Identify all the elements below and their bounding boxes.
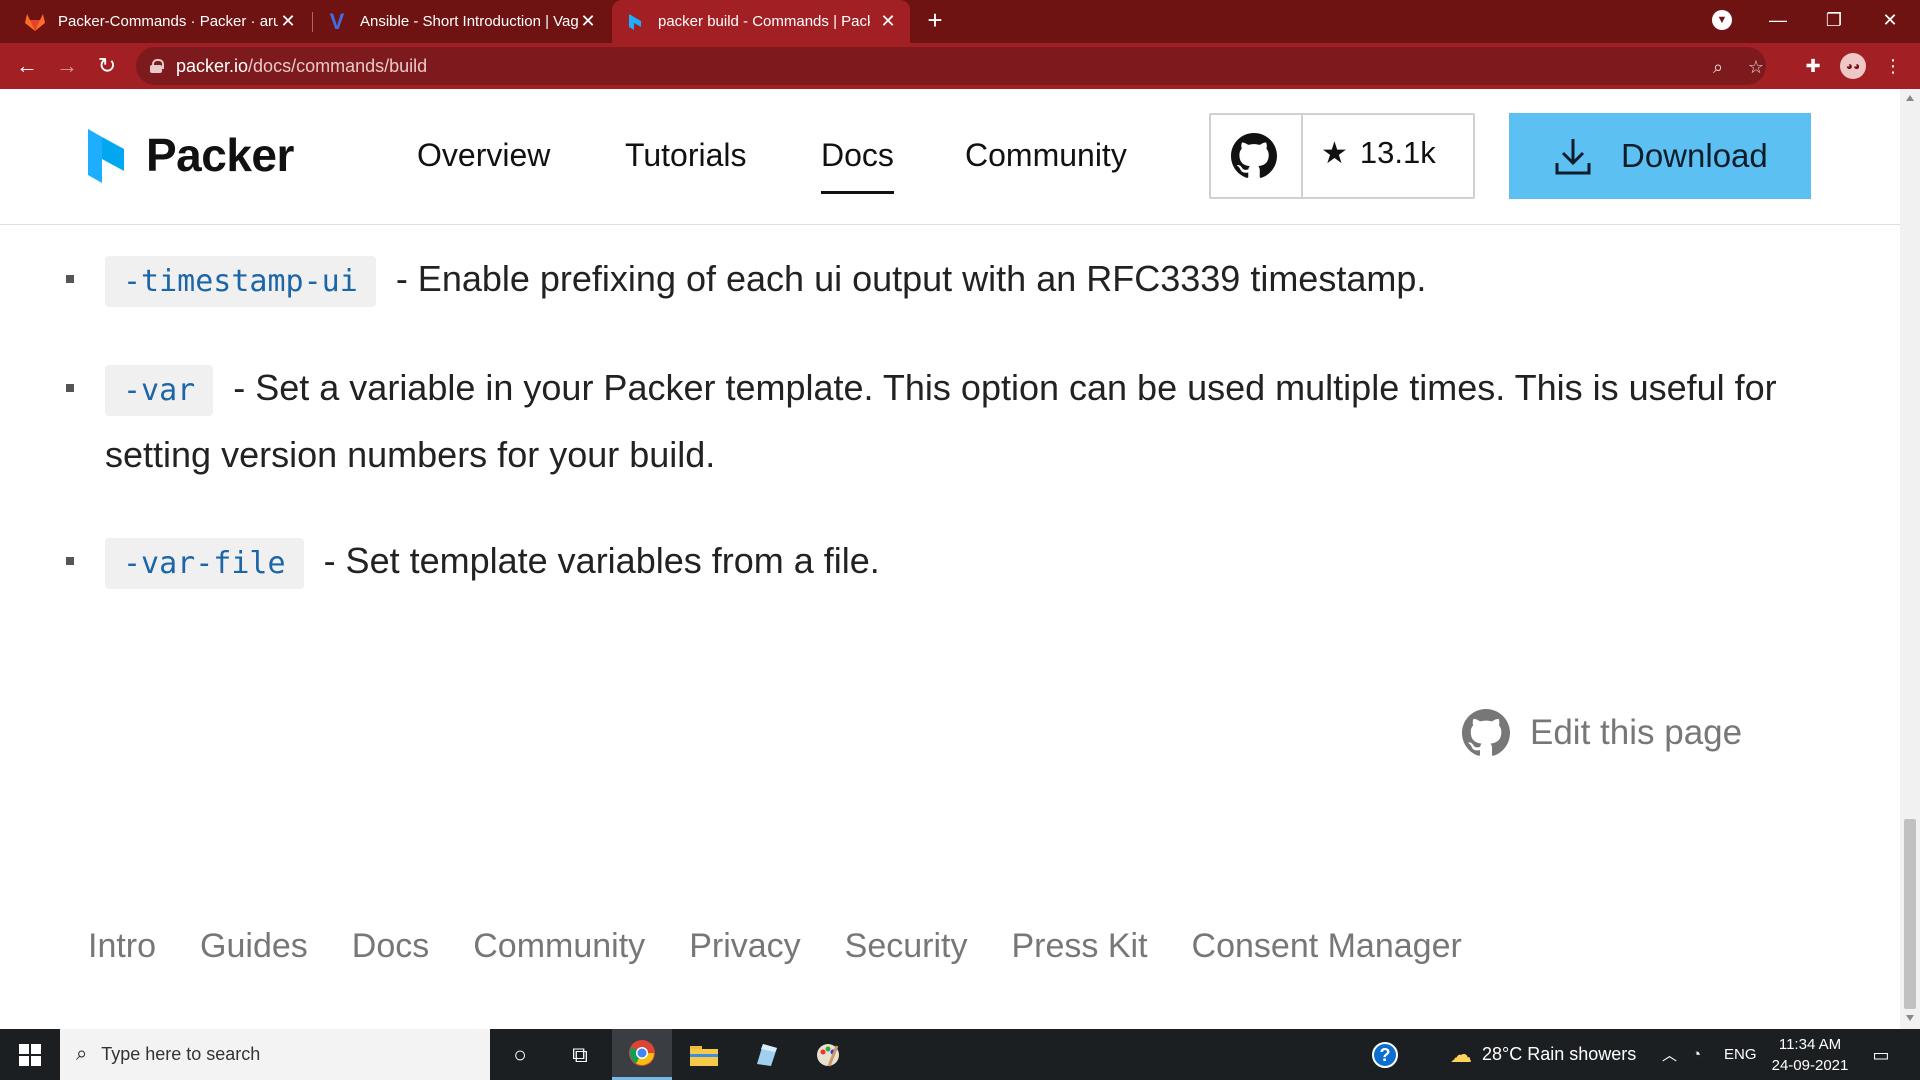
github-icon bbox=[1462, 709, 1510, 756]
edit-page-label: Edit this page bbox=[1530, 713, 1743, 752]
clock-time: 11:34 AM bbox=[1778, 1036, 1842, 1053]
close-tab-icon[interactable]: ✕ bbox=[878, 11, 898, 31]
system-clock[interactable]: 11:34 AM 24-09-2021 bbox=[1770, 1034, 1850, 1076]
footer-link-guides[interactable]: Guides bbox=[200, 927, 308, 966]
footer-link-press-kit[interactable]: Press Kit bbox=[1011, 927, 1147, 966]
taskbar-search-input[interactable]: ⌕ Type here to search bbox=[60, 1029, 490, 1080]
extensions-icon[interactable]: ✚ bbox=[1800, 53, 1826, 79]
star-icon: ★ bbox=[1321, 136, 1348, 170]
nav-tutorials[interactable]: Tutorials bbox=[625, 137, 747, 174]
browser-toolbar: ← → ↻ packer.io/docs/commands/build ⌕ ☆ … bbox=[0, 43, 1920, 89]
chevron-up-icon[interactable]: ︿ bbox=[1662, 1029, 1677, 1080]
search-icon: ⌕ bbox=[76, 1043, 88, 1065]
chrome-icon[interactable] bbox=[612, 1029, 672, 1080]
tab-separator bbox=[312, 12, 313, 32]
option-description: -var-file - Set template variables from … bbox=[105, 529, 1845, 596]
tab-packer-build[interactable]: packer build - Commands | Packer ✕ bbox=[612, 0, 910, 43]
scroll-up-arrow[interactable] bbox=[1906, 95, 1914, 101]
bullet-marker bbox=[66, 384, 74, 392]
weather-widget[interactable]: ☁ 28°C Rain showers bbox=[1450, 1029, 1636, 1080]
option-flag: -var bbox=[105, 365, 214, 416]
scroll-thumb[interactable] bbox=[1904, 819, 1916, 1009]
bullet-marker bbox=[66, 275, 74, 283]
clock-date: 24-09-2021 bbox=[1771, 1057, 1849, 1074]
nav-overview[interactable]: Overview bbox=[417, 137, 550, 174]
github-stars-widget[interactable]: ★ 13.1k bbox=[1209, 113, 1475, 199]
minimize-button[interactable]: — bbox=[1750, 0, 1806, 40]
footer-link-intro[interactable]: Intro bbox=[88, 927, 156, 966]
search-placeholder: Type here to search bbox=[101, 1044, 261, 1064]
packer-logo-icon bbox=[86, 125, 126, 185]
site-footer: Intro Guides Docs Community Privacy Secu… bbox=[88, 927, 1506, 966]
option-description: -var - Set a variable in your Packer tem… bbox=[105, 365, 1777, 475]
close-window-button[interactable]: ✕ bbox=[1862, 0, 1918, 40]
file-explorer-icon[interactable] bbox=[674, 1029, 734, 1080]
close-tab-icon[interactable]: ✕ bbox=[578, 11, 598, 31]
nav-community[interactable]: Community bbox=[965, 137, 1127, 174]
app-icon[interactable] bbox=[736, 1029, 796, 1080]
packer-icon bbox=[624, 11, 646, 33]
tab-ansible[interactable]: V Ansible - Short Introduction | Vag ✕ bbox=[314, 0, 610, 43]
address-bar[interactable]: packer.io/docs/commands/build ⌕ ☆ bbox=[136, 47, 1766, 85]
scroll-down-arrow[interactable] bbox=[1906, 1015, 1914, 1021]
site-header: Packer Overview Tutorials Docs Community… bbox=[0, 89, 1900, 225]
menu-dots-icon[interactable]: ⋮ bbox=[1880, 53, 1906, 79]
new-tab-button[interactable]: + bbox=[922, 7, 948, 34]
windows-taskbar: ⌕ Type here to search ○ ⧉ ? ☁ 28°C Rain … bbox=[0, 1029, 1920, 1080]
option-flag: -timestamp-ui bbox=[105, 256, 376, 307]
zoom-icon[interactable]: ⌕ bbox=[1706, 55, 1730, 79]
packer-logo[interactable]: Packer bbox=[86, 125, 294, 185]
back-arrow-icon[interactable]: ← bbox=[12, 51, 42, 81]
page-scrollbar[interactable] bbox=[1900, 89, 1920, 1029]
footer-link-consent-manager[interactable]: Consent Manager bbox=[1192, 927, 1462, 966]
reload-icon[interactable]: ↻ bbox=[92, 51, 122, 81]
footer-link-docs[interactable]: Docs bbox=[352, 927, 429, 966]
bookmark-star-icon[interactable]: ☆ bbox=[1744, 55, 1768, 79]
language-indicator[interactable]: ENG bbox=[1724, 1029, 1757, 1080]
cortana-icon[interactable]: ○ bbox=[490, 1029, 550, 1080]
edit-this-page-link[interactable]: Edit this page bbox=[1462, 709, 1742, 757]
gitlab-icon bbox=[24, 11, 46, 33]
bullet-marker bbox=[66, 557, 74, 565]
option-description: -timestamp-ui - Enable prefixing of each… bbox=[105, 247, 1845, 314]
weather-text: 28°C Rain showers bbox=[1482, 1044, 1637, 1064]
forward-arrow-icon[interactable]: → bbox=[52, 51, 82, 81]
paint-icon[interactable] bbox=[798, 1029, 858, 1080]
tab-gitlab[interactable]: Packer-Commands · Packer · arun ✕ bbox=[10, 0, 310, 43]
footer-link-security[interactable]: Security bbox=[845, 927, 968, 966]
nav-docs[interactable]: Docs bbox=[821, 137, 894, 194]
task-view-icon[interactable]: ⧉ bbox=[550, 1029, 610, 1080]
footer-link-community[interactable]: Community bbox=[473, 927, 645, 966]
rain-cloud-icon: ☁ bbox=[1450, 1041, 1472, 1067]
notification-icon[interactable]: ▭ bbox=[1866, 1041, 1896, 1069]
tab-title: Ansible - Short Introduction | Vag bbox=[360, 13, 579, 30]
tab-title: packer build - Commands | Packer bbox=[658, 13, 870, 30]
tab-title: Packer-Commands · Packer · arun bbox=[58, 13, 278, 30]
brand-name: Packer bbox=[146, 129, 294, 181]
lock-icon bbox=[150, 59, 164, 73]
tab-search-icon[interactable]: ▼ bbox=[1712, 10, 1732, 30]
windows-start-icon[interactable] bbox=[0, 1029, 60, 1080]
footer-link-privacy[interactable]: Privacy bbox=[689, 927, 800, 966]
star-count[interactable]: ★ 13.1k bbox=[1321, 135, 1436, 171]
option-flag: -var-file bbox=[105, 538, 304, 589]
download-button[interactable]: Download bbox=[1509, 113, 1811, 199]
vagrant-icon: V bbox=[329, 8, 345, 34]
github-icon[interactable] bbox=[1231, 133, 1277, 184]
tab-strip: Packer-Commands · Packer · arun ✕ V Ansi… bbox=[0, 0, 1920, 43]
restore-button[interactable]: ❐ bbox=[1806, 0, 1862, 40]
close-tab-icon[interactable]: ✕ bbox=[278, 11, 298, 31]
wifi-icon[interactable]: ◔ bbox=[1692, 1029, 1701, 1080]
help-icon[interactable]: ? bbox=[1372, 1042, 1398, 1068]
page-content: Packer Overview Tutorials Docs Community… bbox=[0, 89, 1900, 1029]
download-label: Download bbox=[1621, 137, 1768, 174]
star-count-value: 13.1k bbox=[1359, 135, 1436, 170]
download-icon bbox=[1555, 139, 1591, 175]
url-text: packer.io/docs/commands/build bbox=[176, 55, 428, 76]
profile-avatar[interactable]: ◕◕ bbox=[1840, 53, 1866, 79]
widget-divider bbox=[1301, 115, 1303, 197]
